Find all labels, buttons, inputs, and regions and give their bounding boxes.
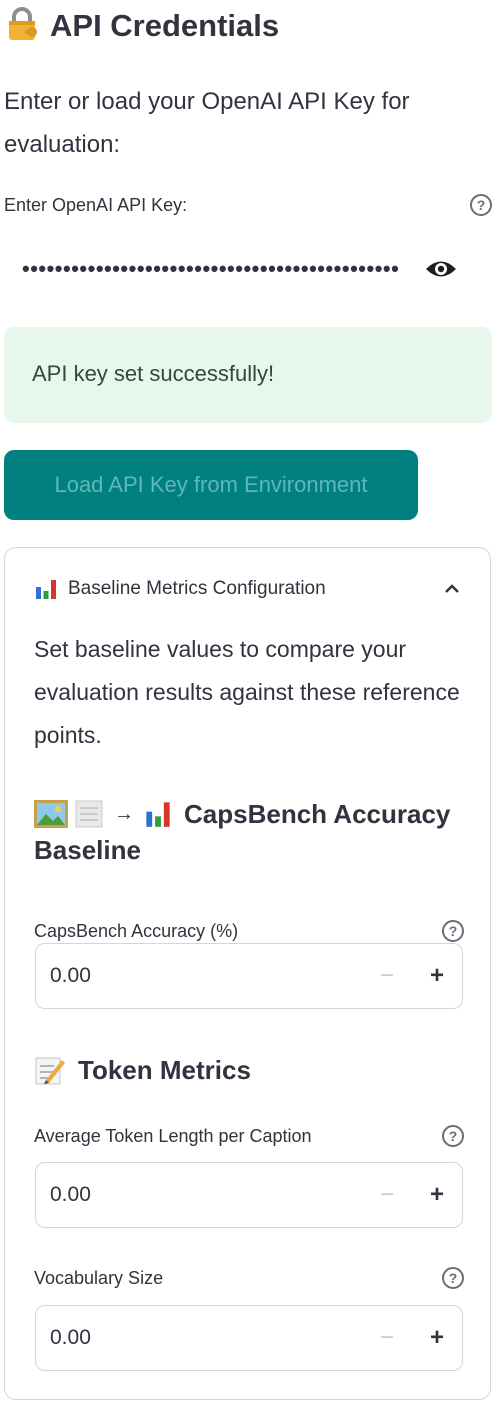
token-metrics-heading-text: Token Metrics bbox=[78, 1054, 251, 1085]
locked-with-key-icon bbox=[4, 6, 40, 47]
help-icon[interactable]: ? bbox=[470, 194, 492, 216]
page-facing-up-icon bbox=[74, 800, 104, 828]
avg-token-length-label: Average Token Length per Caption bbox=[34, 1125, 312, 1146]
avg-token-length-input[interactable]: 0.00 − + bbox=[35, 1162, 463, 1228]
success-alert: API key set successfully! bbox=[4, 327, 492, 423]
bar-chart-icon bbox=[144, 800, 172, 828]
decrement-button[interactable]: − bbox=[380, 1181, 394, 1209]
vocab-size-label-row: Vocabulary Size ? bbox=[34, 1265, 464, 1291]
arrow-right-icon: → bbox=[114, 802, 134, 825]
token-metrics-heading: Token Metrics bbox=[34, 1052, 251, 1088]
capsbench-label-row: CapsBench Accuracy (%) ? bbox=[34, 918, 464, 944]
api-description: Enter or load your OpenAI API Key for ev… bbox=[4, 88, 410, 158]
expander-title: Baseline Metrics Configuration bbox=[68, 578, 326, 599]
decrement-button[interactable]: − bbox=[380, 962, 394, 990]
vocabulary-size-value: 0.00 bbox=[50, 1326, 91, 1349]
avg-token-label-row: Average Token Length per Caption ? bbox=[34, 1123, 464, 1149]
help-icon[interactable]: ? bbox=[442, 1125, 464, 1147]
capsbench-heading-text: CapsBench Accuracy bbox=[184, 798, 451, 829]
api-key-input[interactable]: ••••••••••••••••••••••••••••••••••••••••… bbox=[4, 246, 474, 292]
memo-icon bbox=[34, 1054, 66, 1086]
capsbench-heading-text-2: Baseline bbox=[34, 835, 141, 865]
expander-description: Set baseline values to compare your eval… bbox=[34, 636, 460, 748]
vocabulary-size-input[interactable]: 0.00 − + bbox=[35, 1305, 463, 1371]
avg-token-length-value: 0.00 bbox=[50, 1183, 91, 1206]
increment-button[interactable]: + bbox=[430, 1324, 444, 1352]
page-title: API Credentials bbox=[4, 4, 279, 48]
help-icon[interactable]: ? bbox=[442, 920, 464, 942]
title-text: API Credentials bbox=[50, 8, 280, 43]
bar-chart-icon bbox=[34, 578, 58, 600]
decrement-button[interactable]: − bbox=[380, 1324, 394, 1352]
increment-button[interactable]: + bbox=[430, 962, 444, 990]
api-key-label: Enter OpenAI API Key: bbox=[4, 194, 188, 215]
eye-icon[interactable] bbox=[424, 258, 458, 280]
framed-picture-icon bbox=[34, 800, 68, 828]
help-icon[interactable]: ? bbox=[442, 1267, 464, 1289]
capsbench-accuracy-input[interactable]: 0.00 − + bbox=[35, 943, 463, 1009]
load-api-key-button[interactable]: Load API Key from Environment bbox=[4, 450, 418, 520]
vocabulary-size-label: Vocabulary Size bbox=[34, 1267, 164, 1288]
success-message: API key set successfully! bbox=[32, 361, 275, 386]
increment-button[interactable]: + bbox=[430, 1181, 444, 1209]
capsbench-accuracy-label: CapsBench Accuracy (%) bbox=[34, 920, 239, 941]
chevron-up-icon[interactable] bbox=[444, 584, 460, 594]
capsbench-heading: → CapsBench Accuracy Baseline bbox=[34, 796, 474, 872]
api-key-label-row: Enter OpenAI API Key: ? bbox=[4, 192, 492, 218]
capsbench-accuracy-value: 0.00 bbox=[50, 964, 91, 987]
expander-header[interactable]: Baseline Metrics Configuration bbox=[34, 574, 464, 604]
api-key-masked-value: ••••••••••••••••••••••••••••••••••••••••… bbox=[22, 256, 400, 281]
